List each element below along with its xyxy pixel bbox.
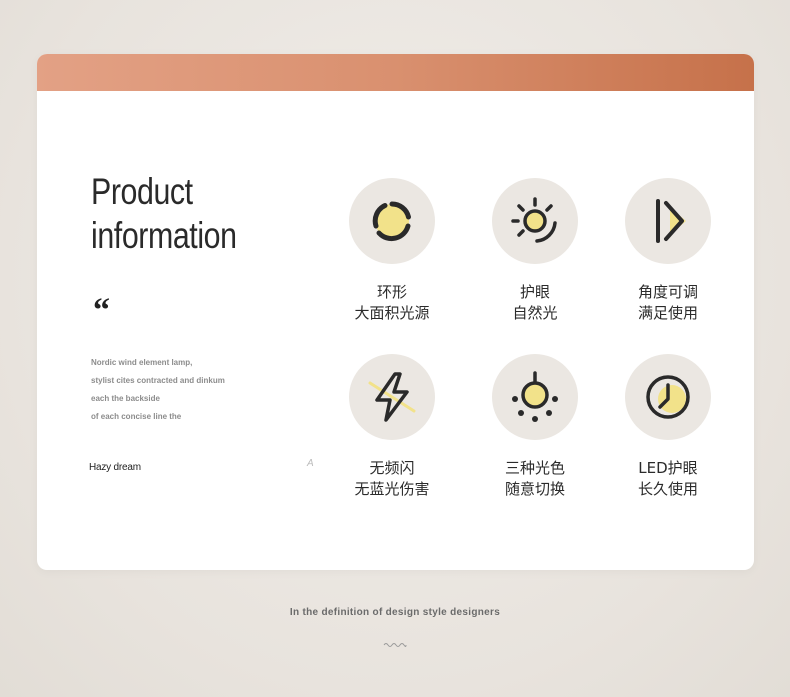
feature-label: 护眼 自然光 [475, 282, 595, 324]
feature-item-eye-care: 护眼 自然光 [475, 178, 595, 324]
feature-icon-bg [492, 178, 578, 264]
feature-label-line-1: 护眼 [519, 283, 550, 301]
feature-label-line-2: 满足使用 [637, 304, 698, 322]
signature-text: Hazy dream [89, 462, 141, 473]
bulb-color-icon [512, 371, 558, 422]
feature-label-line-2: 无蓝光伤害 [354, 480, 430, 498]
feature-icon-bg [492, 354, 578, 440]
title-line-2: information [91, 215, 237, 256]
feature-label-line-2: 大面积光源 [354, 304, 430, 322]
feature-label-line-1: 无频闪 [369, 459, 415, 477]
no-flicker-bolt-icon [368, 372, 416, 422]
feature-label-line-2: 自然光 [512, 304, 558, 322]
feature-label-line-1: LED护眼 [638, 459, 698, 477]
feature-icon-bg [349, 354, 435, 440]
description-line: each the backside [91, 394, 160, 403]
feature-icon-bg [625, 354, 711, 440]
feature-label-line-2: 长久使用 [637, 480, 698, 498]
quote-mark: “ [93, 292, 110, 329]
feature-item-adjustable-angle: 角度可调 满足使用 [608, 178, 728, 324]
squiggle-divider-icon [383, 643, 407, 647]
description-line: stylist cites contracted and dinkum [91, 376, 225, 385]
page-title: Product information [91, 170, 237, 258]
feature-label: 无频闪 无蓝光伤害 [332, 458, 452, 500]
feature-item-led-longlife: LED护眼 长久使用 [608, 354, 728, 500]
feature-item-color-switch: 三种光色 随意切换 [475, 354, 595, 500]
feature-label: LED护眼 长久使用 [608, 458, 728, 500]
adjustable-angle-icon [656, 199, 686, 243]
title-line-1: Product [91, 171, 193, 212]
feature-label: 三种光色 随意切换 [475, 458, 595, 500]
feature-label-line-1: 角度可调 [637, 283, 698, 301]
footer-caption: In the definition of design style design… [289, 607, 501, 618]
description-line: of each concise line the [91, 412, 182, 421]
feature-label: 环形 大面积光源 [332, 282, 452, 324]
feature-icon-bg [349, 178, 435, 264]
product-card: Product information “ Nordic wind elemen… [37, 54, 754, 570]
description-block: Nordic wind element lamp, stylist cites … [91, 354, 225, 426]
feature-label: 角度可调 满足使用 [608, 282, 728, 324]
clock-longlife-icon [646, 375, 690, 419]
feature-icon-bg [625, 178, 711, 264]
ring-light-icon [372, 201, 411, 242]
sun-eye-care-icon [511, 197, 557, 243]
feature-label-line-1: 三种光色 [504, 459, 565, 477]
decorative-mark: A [307, 458, 314, 469]
feature-label-line-1: 环形 [376, 283, 407, 301]
feature-item-ring-light: 环形 大面积光源 [332, 178, 452, 324]
feature-label-line-2: 随意切换 [504, 480, 565, 498]
feature-item-no-flicker: 无频闪 无蓝光伤害 [332, 354, 452, 500]
card-header-bar [37, 54, 754, 91]
description-line: Nordic wind element lamp, [91, 358, 193, 367]
